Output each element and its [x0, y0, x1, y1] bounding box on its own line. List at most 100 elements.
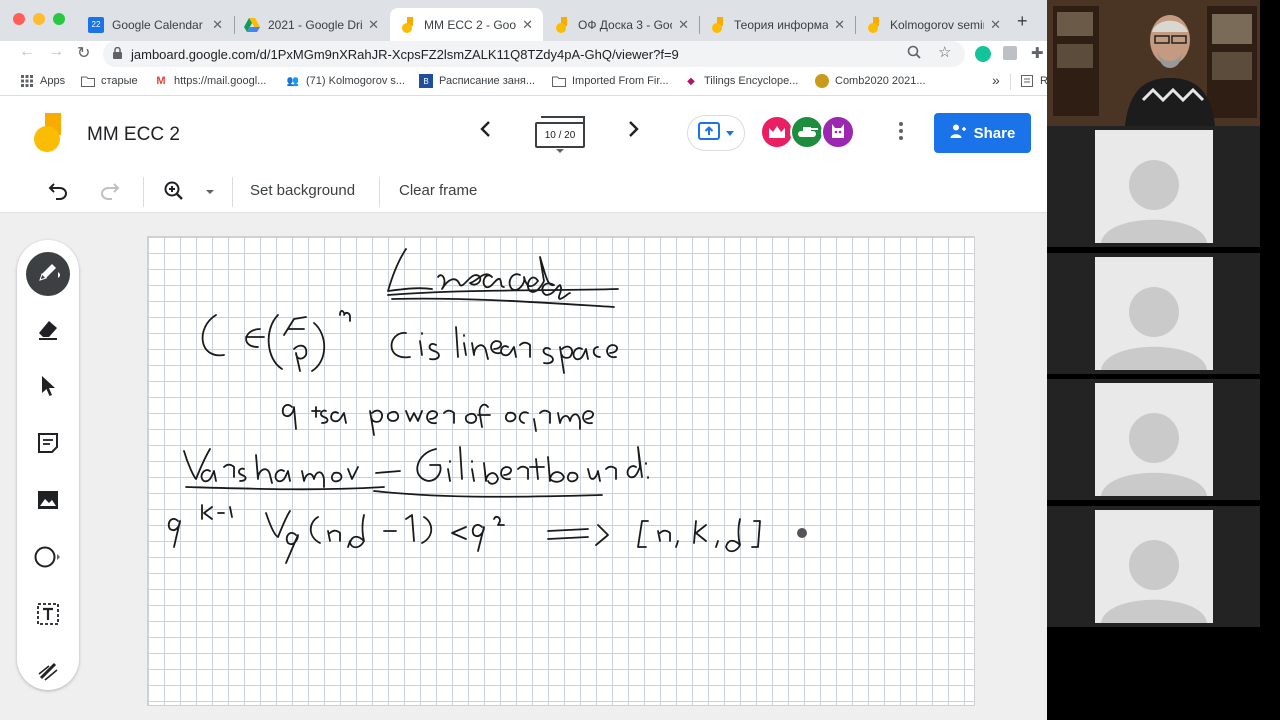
close-tab-icon[interactable]: ✕	[990, 17, 1001, 33]
tab-teoriya-informatsii[interactable]: Теория информац ✕	[700, 8, 855, 41]
maximize-window-icon[interactable]	[53, 13, 65, 25]
navigation-bar: ← → ↻ jamboard.google.com/d/1PxMGm9nXRah…	[0, 41, 1047, 68]
laser-tool-button[interactable]	[26, 651, 70, 695]
bookmark-kolmogorov[interactable]: 👥 (71) Kolmogorov s...	[286, 74, 405, 88]
share-button[interactable]: Share	[934, 113, 1031, 153]
folder-icon	[81, 74, 95, 88]
bookmark-tilings[interactable]: ◆ Tilings Encyclope...	[684, 74, 798, 88]
comb-icon	[815, 74, 829, 88]
participant-tile[interactable]	[1047, 379, 1260, 500]
bookmarks-divider	[1010, 74, 1011, 90]
close-tab-icon[interactable]: ✕	[212, 17, 223, 33]
bookmark-apps[interactable]: Apps	[20, 74, 65, 88]
eraser-icon	[36, 318, 60, 345]
avatar-placeholder-icon	[1101, 540, 1207, 623]
shape-tool-button[interactable]	[26, 537, 70, 581]
participant-tile[interactable]	[1047, 506, 1260, 627]
participant-tile[interactable]	[1047, 126, 1260, 247]
bookmark-starye[interactable]: старые	[81, 74, 138, 88]
close-tab-icon[interactable]: ✕	[834, 17, 845, 33]
set-background-button[interactable]: Set background	[250, 182, 355, 199]
tab-title: Kolmogorov semina	[890, 17, 984, 32]
tab-google-calendar[interactable]: 22 Google Calendar - В ✕	[78, 8, 233, 41]
share-label: Share	[973, 124, 1016, 142]
minimize-window-icon[interactable]	[33, 13, 45, 25]
avatar-queen[interactable]	[760, 115, 794, 149]
pen-tool-button[interactable]	[26, 252, 70, 296]
jamboard-icon	[866, 16, 882, 33]
avatar-creature[interactable]	[821, 115, 855, 149]
new-tab-icon[interactable]: +	[1017, 11, 1028, 32]
document-title[interactable]: MM ECC 2	[87, 124, 180, 146]
tab-title: Теория информац	[734, 17, 829, 32]
more-options-icon[interactable]	[899, 122, 903, 145]
reading-list[interactable]: R	[1020, 74, 1047, 88]
sticky-note-button[interactable]	[26, 423, 70, 467]
avatar-tank[interactable]	[790, 115, 824, 149]
bookmark-raspisanie[interactable]: B Расписание заня...	[419, 74, 535, 88]
close-tab-icon[interactable]: ✕	[522, 17, 533, 33]
jamboard-header: MM ECC 2 10 / 20 Share	[0, 97, 1047, 169]
clear-frame-button[interactable]: Clear frame	[399, 182, 477, 199]
previous-frame-icon[interactable]	[478, 119, 492, 144]
add-image-button[interactable]	[26, 480, 70, 524]
bookmark-label: Imported From Fir...	[572, 75, 669, 87]
participant-video	[1095, 130, 1213, 243]
reading-list-label: R	[1040, 75, 1047, 87]
toolbar-divider	[143, 177, 144, 207]
tab-google-drive[interactable]: 2021 - Google Drive ✕	[234, 8, 389, 41]
participant-video	[1095, 510, 1213, 623]
select-arrow-icon	[39, 375, 57, 402]
close-window-icon[interactable]	[13, 13, 25, 25]
text-box-icon	[36, 602, 60, 631]
calendar-icon: 22	[88, 16, 104, 33]
frame-bar-expand-icon[interactable]	[556, 149, 564, 153]
frame-counter-button[interactable]: 10 / 20	[535, 122, 585, 148]
redo-icon[interactable]	[100, 182, 120, 205]
select-tool-button[interactable]	[26, 366, 70, 410]
bookmark-comb2020[interactable]: Comb2020 2021...	[815, 74, 926, 88]
bookmark-gmail[interactable]: M https://mail.googl...	[154, 74, 266, 88]
tab-title: ОФ Доска 3 - Goog	[578, 17, 672, 32]
tab-mm-ecc-2[interactable]: MM ECC 2 - Google ✕	[390, 8, 543, 41]
zoom-in-icon[interactable]	[164, 181, 184, 206]
frame-toolbar: Set background Clear frame	[0, 169, 1047, 213]
participant-video	[1095, 383, 1213, 496]
presenter-figure	[1047, 0, 1260, 126]
jamboard-logo-icon[interactable]	[33, 113, 63, 158]
forward-icon[interactable]: →	[48, 43, 64, 61]
bookmark-label: Apps	[40, 75, 66, 87]
bookmark-imported[interactable]: Imported From Fir...	[552, 74, 669, 88]
grammarly-icon[interactable]	[975, 46, 991, 62]
participant-video	[1095, 257, 1213, 370]
schedule-icon: B	[419, 74, 433, 88]
next-frame-icon[interactable]	[627, 119, 641, 144]
handwritten-ink	[167, 248, 807, 564]
video-call-panel	[1047, 0, 1280, 720]
eraser-tool-button[interactable]	[26, 309, 70, 353]
close-tab-icon[interactable]: ✕	[678, 17, 689, 33]
reload-icon[interactable]: ↻	[77, 43, 90, 63]
bookmark-star-icon[interactable]: ☆	[938, 43, 951, 61]
participant-tile[interactable]	[1047, 253, 1260, 374]
zoom-icon[interactable]	[907, 45, 921, 62]
extensions-puzzle-icon[interactable]: ✚	[1031, 44, 1044, 62]
zoom-dropdown-icon[interactable]	[206, 190, 214, 194]
address-bar[interactable]: jamboard.google.com/d/1PxMGm9nXRahJR-Xcp…	[103, 41, 965, 67]
jamboard-frame-canvas[interactable]	[147, 236, 975, 706]
extension-icon[interactable]	[1003, 46, 1017, 60]
tab-title: 2021 - Google Drive	[268, 17, 363, 32]
toolbar-divider	[379, 177, 380, 207]
undo-icon[interactable]	[48, 182, 68, 205]
bookmark-label: старые	[101, 75, 138, 87]
bookmarks-overflow-icon[interactable]: »	[992, 72, 1000, 88]
tab-of-doska-3[interactable]: ОФ Доска 3 - Goog ✕	[544, 8, 699, 41]
dropdown-arrow-icon	[726, 130, 734, 136]
text-box-button[interactable]	[26, 594, 70, 638]
workspace	[0, 213, 1047, 720]
back-icon[interactable]: ←	[19, 43, 35, 61]
tab-kolmogorov-seminar[interactable]: Kolmogorov semina ✕	[856, 8, 1011, 41]
close-tab-icon[interactable]: ✕	[368, 17, 379, 33]
tool-palette	[17, 240, 79, 690]
present-button[interactable]	[687, 115, 745, 151]
